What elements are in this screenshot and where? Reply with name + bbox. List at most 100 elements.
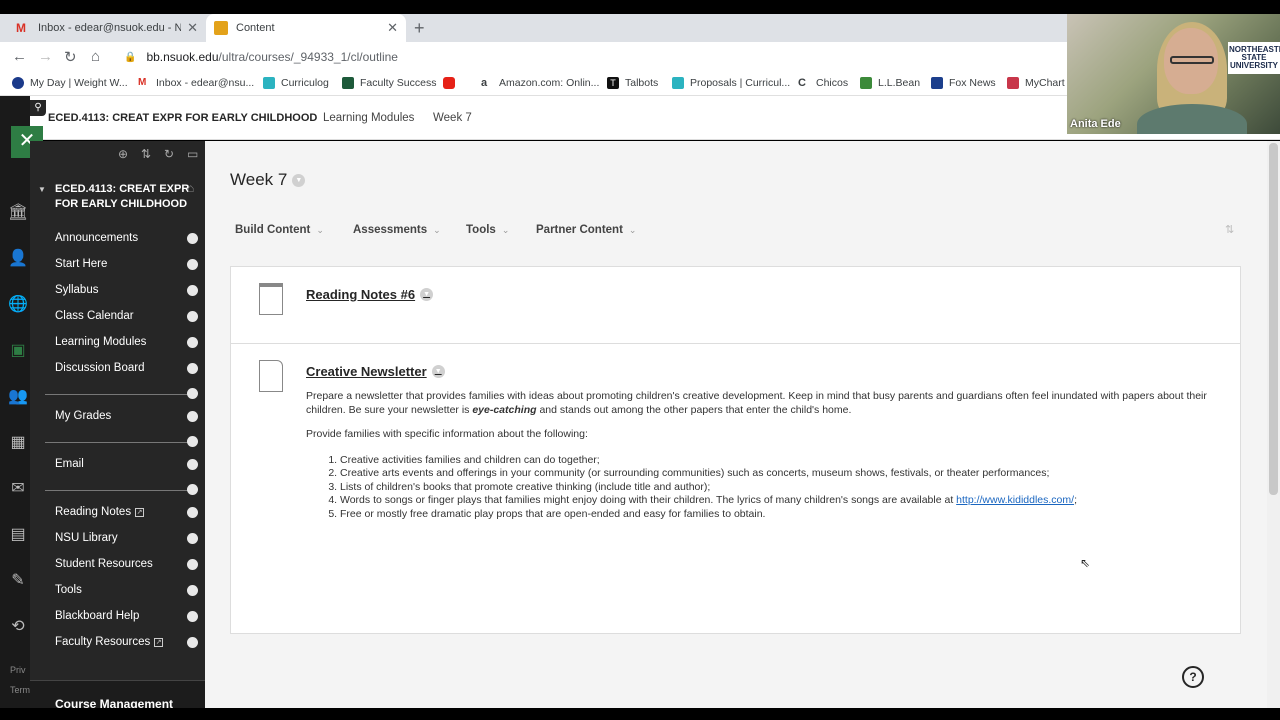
emphasis-text: eye-catching: [472, 403, 537, 416]
item-title-link[interactable]: Creative Newsletter ▼: [306, 364, 445, 379]
back-icon[interactable]: ←: [12, 48, 27, 65]
course-home-icon[interactable]: ⌂: [187, 181, 194, 195]
add-menu-item-icon[interactable]: ⊕: [118, 147, 128, 161]
options-chevron-icon[interactable]: ▼: [420, 288, 434, 301]
options-chevron-icon[interactable]: [187, 311, 198, 322]
options-chevron-icon[interactable]: [187, 411, 198, 422]
bookmark-curriculog[interactable]: Curriculog: [263, 77, 329, 89]
tools-menu[interactable]: Tools ⌄: [466, 224, 509, 236]
options-chevron-icon[interactable]: [187, 637, 198, 648]
assessments-menu[interactable]: Assessments ⌄: [353, 224, 441, 236]
courses-icon[interactable]: ▣: [8, 340, 28, 360]
sidebar-item-email[interactable]: Email: [55, 458, 84, 470]
item-title-link[interactable]: Reading Notes #6 ▼: [306, 287, 434, 302]
organizations-icon[interactable]: 👥: [8, 386, 28, 406]
options-chevron-icon[interactable]: [187, 436, 198, 447]
close-tab-icon[interactable]: ✕: [387, 20, 398, 36]
options-chevron-icon[interactable]: ▼: [292, 173, 306, 187]
options-chevron-icon[interactable]: [187, 559, 198, 570]
privacy-link[interactable]: Priv: [10, 665, 26, 675]
breadcrumb-week-7[interactable]: Week 7: [433, 112, 472, 124]
sidebar-item-nsu-library[interactable]: NSU Library: [55, 532, 118, 544]
course-title[interactable]: ECED.4113: CREAT EXPR FOR EARLY CHILDHOO…: [48, 112, 317, 124]
close-tab-icon[interactable]: ✕: [187, 20, 198, 36]
bookmark-amazon[interactable]: a Amazon.com: Onlin...: [481, 77, 599, 89]
bookmark-talbots[interactable]: T Talbots: [607, 77, 658, 89]
scrollbar-thumb[interactable]: [1269, 143, 1278, 495]
options-chevron-icon[interactable]: ▼: [431, 365, 445, 378]
bookmark-myday[interactable]: My Day | Weight W...: [12, 77, 128, 89]
curriculog-icon: [672, 77, 684, 89]
external-link-icon: ↗: [154, 637, 164, 647]
bookmark-foxnews[interactable]: Fox News: [931, 77, 996, 89]
sidebar-item-announcements[interactable]: Announcements: [55, 232, 138, 244]
refresh-icon[interactable]: ↻: [164, 147, 174, 161]
options-chevron-icon[interactable]: [187, 337, 198, 348]
page-scrollbar[interactable]: [1267, 141, 1280, 708]
sidebar-item-label: Blackboard Help: [55, 610, 140, 622]
sidebar-item-my-grades[interactable]: My Grades: [55, 410, 111, 422]
sidebar-item-faculty-resources[interactable]: Faculty Resources ↗: [55, 636, 164, 648]
sidebar-item-tools[interactable]: Tools: [55, 584, 82, 596]
terms-link[interactable]: Term: [10, 685, 30, 695]
new-tab-button[interactable]: +: [414, 18, 425, 39]
tab-gmail-inbox[interactable]: M Inbox - edear@nsuok.edu - NSU ✕: [8, 14, 206, 42]
profile-icon[interactable]: 👤: [8, 248, 28, 268]
sidebar-item-discussion-board[interactable]: Discussion Board: [55, 362, 144, 374]
calendar-icon[interactable]: ▦: [8, 432, 28, 452]
bookmark-label: Curriculog: [281, 77, 329, 89]
options-chevron-icon[interactable]: [187, 459, 198, 470]
options-chevron-icon[interactable]: [187, 533, 198, 544]
options-chevron-icon[interactable]: [187, 484, 198, 495]
kididdles-link[interactable]: http://www.kididdles.com/: [956, 494, 1074, 506]
sidebar-course-title[interactable]: ECED.4113: CREAT EXPR FOR EARLY CHILDHOO…: [55, 182, 190, 212]
options-chevron-icon[interactable]: [187, 259, 198, 270]
build-content-menu[interactable]: Build Content ⌄: [235, 224, 324, 236]
sidebar-item-blackboard-help[interactable]: Blackboard Help: [55, 610, 139, 622]
options-chevron-icon[interactable]: [187, 285, 198, 296]
tab-content[interactable]: Content ✕: [206, 14, 406, 42]
options-chevron-icon[interactable]: [187, 363, 198, 374]
bookmark-mychart[interactable]: MyChart: [1007, 77, 1065, 89]
institution-icon[interactable]: 🏛: [8, 202, 28, 222]
sidebar-item-class-calendar[interactable]: Class Calendar: [55, 310, 134, 322]
collapse-caret-icon[interactable]: ▼: [38, 185, 46, 194]
bookmark-llbean[interactable]: L.L.Bean: [860, 77, 920, 89]
reload-icon[interactable]: ↻: [64, 48, 77, 66]
options-chevron-icon[interactable]: [187, 388, 198, 399]
url-field[interactable]: 🔒 bb.nsuok.edu/ultra/courses/_94933_1/cl…: [124, 50, 398, 64]
reorder-icon[interactable]: ⇅: [141, 147, 151, 161]
home-icon[interactable]: ⌂: [91, 48, 100, 65]
globe-icon[interactable]: 🌐: [8, 294, 28, 314]
bookmark-label: Chicos: [816, 77, 849, 89]
signout-icon[interactable]: ⟲: [8, 616, 28, 636]
course-management-section[interactable]: Course Management: [30, 680, 205, 711]
bookmark-youtube[interactable]: [443, 77, 461, 89]
sidebar-item-syllabus[interactable]: Syllabus: [55, 284, 98, 296]
options-chevron-icon[interactable]: [187, 507, 198, 518]
bookmark-label: Amazon.com: Onlin...: [499, 77, 600, 89]
bookmark-chicos[interactable]: C Chicos: [798, 77, 848, 89]
folder-view-icon[interactable]: ▭: [187, 147, 198, 161]
breadcrumb-learning-modules[interactable]: Learning Modules: [323, 112, 414, 124]
help-icon[interactable]: ?: [1182, 666, 1204, 688]
options-chevron-icon[interactable]: [187, 611, 198, 622]
messages-icon[interactable]: ✉: [8, 478, 28, 498]
reorder-items-icon[interactable]: ⇅: [1225, 223, 1234, 236]
item-title-text: Reading Notes #6: [306, 287, 416, 302]
options-chevron-icon[interactable]: [187, 233, 198, 244]
forward-icon[interactable]: →: [38, 48, 53, 65]
sidebar-item-student-resources[interactable]: Student Resources: [55, 558, 153, 570]
bookmark-proposals[interactable]: Proposals | Curricul...: [672, 77, 790, 89]
bookmark-faculty-success[interactable]: Faculty Success: [342, 77, 436, 89]
tab-label: Inbox - edear@nsuok.edu - NSU: [38, 22, 182, 34]
edit-icon[interactable]: ✎: [8, 570, 28, 590]
sidebar-item-learning-modules[interactable]: Learning Modules: [55, 336, 146, 348]
partner-content-menu[interactable]: Partner Content ⌄: [536, 224, 636, 236]
sidebar-item-reading-notes[interactable]: Reading Notes ↗: [55, 506, 145, 518]
grades-icon[interactable]: ▤: [8, 524, 28, 544]
pin-icon[interactable]: ⚲: [30, 100, 46, 116]
sidebar-item-start-here[interactable]: Start Here: [55, 258, 107, 270]
options-chevron-icon[interactable]: [187, 585, 198, 596]
bookmark-inbox[interactable]: M Inbox - edear@nsu...: [138, 77, 254, 89]
